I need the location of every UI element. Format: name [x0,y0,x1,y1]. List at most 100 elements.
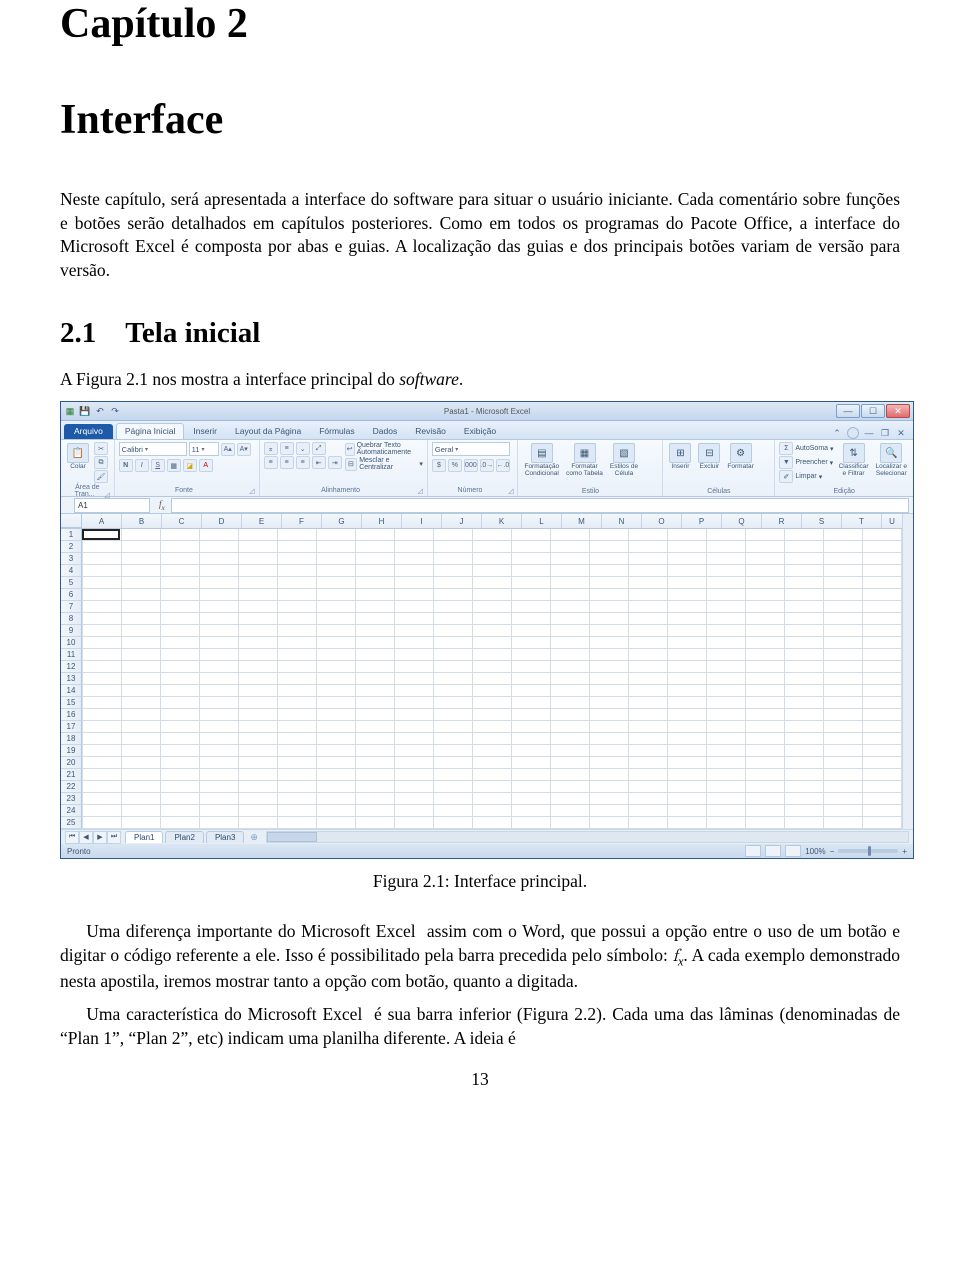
row-header[interactable]: 19 [61,745,82,757]
insert-cells-button[interactable]: ⊞Inserir [667,442,693,472]
column-header[interactable]: M [562,514,602,528]
workbook-minimize-icon[interactable]: — [863,427,875,439]
row-header[interactable]: 5 [61,577,82,589]
row-header[interactable]: 16 [61,709,82,721]
row-cells[interactable] [82,589,902,601]
column-header[interactable]: O [642,514,682,528]
row-cells[interactable] [82,565,902,577]
column-header[interactable]: U [882,514,902,528]
tab-pagina-inicial[interactable]: Página Inicial [116,423,185,439]
name-box[interactable]: A1 [74,498,150,513]
row-cells[interactable] [82,817,902,829]
copy-icon[interactable]: ⧉ [94,456,108,469]
row-header[interactable]: 6 [61,589,82,601]
italic-icon[interactable]: I [135,459,149,472]
formula-input[interactable] [171,498,909,513]
column-header[interactable]: P [682,514,722,528]
row-cells[interactable] [82,709,902,721]
autosum-button[interactable]: ΣAutoSoma▾ [779,442,833,455]
tab-exibicao[interactable]: Exibição [455,423,505,439]
row-cells[interactable] [82,805,902,817]
row-cells[interactable] [82,625,902,637]
row-cells[interactable] [82,661,902,673]
workbook-restore-icon[interactable]: ❐ [879,427,891,439]
sheet-nav-first-icon[interactable]: ⏮ [65,831,79,844]
number-format-combo[interactable]: Geral▾ [432,442,510,456]
font-size-combo[interactable]: 11▾ [189,442,219,456]
column-header[interactable]: Q [722,514,762,528]
column-header[interactable]: D [202,514,242,528]
column-header[interactable]: C [162,514,202,528]
select-all-corner[interactable] [61,514,82,528]
sheet-nav-next-icon[interactable]: ▶ [93,831,107,844]
redo-icon[interactable]: ↷ [109,405,121,417]
align-middle-icon[interactable]: ≡ [280,442,294,455]
row-cells[interactable] [82,577,902,589]
align-bottom-icon[interactable]: ⌄ [296,442,310,455]
row-header[interactable]: 3 [61,553,82,565]
row-header[interactable]: 8 [61,613,82,625]
row-cells[interactable] [82,637,902,649]
fx-icon[interactable]: fx [153,499,171,512]
undo-icon[interactable]: ↶ [94,405,106,417]
sheet-nav-last-icon[interactable]: ⏭ [107,831,121,844]
column-header[interactable]: N [602,514,642,528]
row-header[interactable]: 1 [61,529,82,541]
grid-rows[interactable]: 1234567891011121314151617181920212223242… [61,529,902,829]
maximize-button[interactable]: ☐ [861,404,885,418]
fill-color-icon[interactable]: ◪ [183,459,197,472]
column-header[interactable]: T [842,514,882,528]
cell-styles-button[interactable]: ▧Estilos de Célula [608,442,640,479]
increase-decimal-icon[interactable]: .0→ [480,459,494,472]
column-header[interactable]: J [442,514,482,528]
insert-sheet-icon[interactable]: ⊕ [246,832,262,843]
row-header[interactable]: 17 [61,721,82,733]
row-cells[interactable] [82,793,902,805]
comma-icon[interactable]: 000 [464,459,478,472]
row-cells[interactable] [82,685,902,697]
zoom-slider[interactable] [838,849,898,853]
sheet-tab-plan1[interactable]: Plan1 [125,831,163,843]
border-icon[interactable]: ▦ [167,459,181,472]
column-header[interactable]: E [242,514,282,528]
currency-icon[interactable]: $ [432,459,446,472]
row-header[interactable]: 21 [61,769,82,781]
underline-icon[interactable]: S [151,459,165,472]
column-header[interactable]: K [482,514,522,528]
format-painter-icon[interactable]: 🖌 [94,470,108,483]
row-cells[interactable] [82,649,902,661]
row-header[interactable]: 22 [61,781,82,793]
sort-filter-button[interactable]: ⇅Classificar e Filtrar [837,442,871,479]
column-header[interactable]: B [122,514,162,528]
tab-dados[interactable]: Dados [364,423,407,439]
align-center-icon[interactable]: ≡ [280,456,294,469]
fill-button[interactable]: ▼Preencher▾ [779,456,833,469]
column-header[interactable]: A [82,514,122,528]
row-header[interactable]: 2 [61,541,82,553]
row-cells[interactable] [82,781,902,793]
row-cells[interactable] [82,673,902,685]
save-icon[interactable]: 💾 [79,405,91,417]
tab-layout-da-pagina[interactable]: Layout da Página [226,423,310,439]
row-header[interactable]: 12 [61,661,82,673]
format-as-table-button[interactable]: ▦Formatar como Tabela [564,442,605,479]
align-left-icon[interactable]: ≡ [264,456,278,469]
file-tab[interactable]: Arquivo [64,424,113,439]
row-header[interactable]: 20 [61,757,82,769]
number-launcher-icon[interactable]: ◿ [508,487,513,495]
zoom-out-icon[interactable]: − [830,847,835,856]
font-launcher-icon[interactable]: ◿ [249,487,254,495]
row-cells[interactable] [82,553,902,565]
row-header[interactable]: 11 [61,649,82,661]
row-cells[interactable] [82,733,902,745]
row-header[interactable]: 23 [61,793,82,805]
minimize-button[interactable]: — [836,404,860,418]
row-header[interactable]: 7 [61,601,82,613]
column-header[interactable]: R [762,514,802,528]
sheet-nav-prev-icon[interactable]: ◀ [79,831,93,844]
hscroll-thumb[interactable] [267,832,317,842]
column-header[interactable]: I [402,514,442,528]
font-color-icon[interactable]: A [199,459,213,472]
row-cells[interactable] [82,601,902,613]
percent-icon[interactable]: % [448,459,462,472]
